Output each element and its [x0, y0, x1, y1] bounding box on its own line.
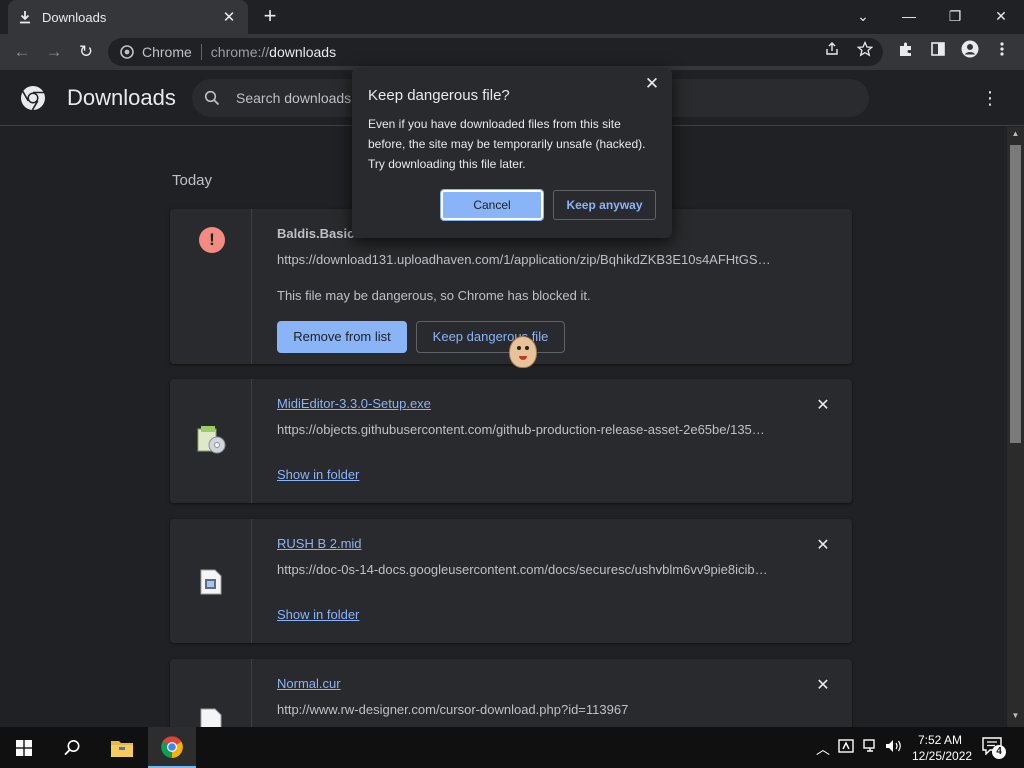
- taskbar-search-button[interactable]: [48, 727, 96, 768]
- bookmark-star-icon[interactable]: [854, 40, 876, 63]
- remove-download-close-icon[interactable]: ✕: [814, 675, 832, 695]
- download-item: MidiEditor-3.3.0-Setup.exe https://objec…: [170, 379, 852, 503]
- reload-button[interactable]: ↻: [74, 40, 98, 64]
- clock-date: 12/25/2022: [912, 749, 973, 763]
- address-bar[interactable]: Chrome chrome://downloads: [108, 38, 883, 66]
- download-icon: [20, 11, 30, 24]
- profile-avatar-icon[interactable]: [958, 40, 982, 64]
- tab-title: Downloads: [42, 9, 107, 25]
- show-in-folder-link[interactable]: Show in folder: [277, 467, 359, 482]
- chrome-taskbar-button[interactable]: [148, 727, 196, 768]
- keep-dangerous-file-dialog: Keep dangerous file? ✕ Even if you have …: [352, 68, 672, 238]
- back-button[interactable]: ←: [10, 40, 34, 64]
- dialog-close-icon[interactable]: ✕: [642, 74, 662, 94]
- download-item: Normal.cur http://www.rw-designer.com/cu…: [170, 659, 852, 727]
- download-icon-column: [170, 519, 252, 643]
- download-file-name-link[interactable]: RUSH B 2.mid: [277, 536, 362, 551]
- scroll-thumb[interactable]: [1010, 145, 1021, 443]
- download-item: RUSH B 2.mid https://doc-0s-14-docs.goog…: [170, 519, 852, 643]
- url-scheme: chrome://: [210, 44, 270, 60]
- face-cursor-icon: [510, 337, 536, 367]
- download-icon-column: [170, 379, 252, 503]
- taskbar-clock[interactable]: 7:52 AM 12/25/2022: [912, 732, 973, 764]
- midi-file-icon: [200, 569, 222, 595]
- forward-button[interactable]: →: [42, 40, 66, 64]
- windows-taskbar: ︿ 7:52 AM 12/25/2022 4: [0, 727, 1024, 768]
- volume-icon[interactable]: [884, 739, 904, 756]
- new-tab-button[interactable]: +: [259, 5, 281, 27]
- omnibox-separator: [200, 44, 202, 60]
- download-icon-column: [170, 659, 252, 727]
- share-icon[interactable]: [821, 41, 843, 63]
- download-url: https://objects.githubusercontent.com/gi…: [277, 422, 765, 437]
- restore-button[interactable]: ❐: [932, 4, 978, 28]
- download-file-name: Baldis.Basics: [277, 226, 362, 241]
- remove-from-list-button[interactable]: Remove from list: [277, 321, 407, 353]
- show-hidden-icons-chevron-icon[interactable]: ︿: [813, 739, 833, 759]
- tab-search-button[interactable]: ⌄: [840, 4, 886, 28]
- show-in-folder-link[interactable]: Show in folder: [277, 607, 359, 622]
- search-icon: [204, 90, 220, 106]
- clock-time: 7:52 AM: [917, 733, 963, 747]
- keep-dangerous-file-button[interactable]: Keep dangerous file: [416, 321, 565, 353]
- download-file-name-link[interactable]: MidiEditor-3.3.0-Setup.exe: [277, 396, 431, 411]
- download-url: http://www.rw-designer.com/cursor-downlo…: [277, 702, 629, 717]
- dialog-body: Even if you have downloaded files from t…: [368, 117, 646, 171]
- download-file-name-link[interactable]: Normal.cur: [277, 676, 341, 691]
- page-scrollbar[interactable]: ▲ ▼: [1007, 127, 1024, 727]
- dialog-keep-anyway-button[interactable]: Keep anyway: [553, 190, 656, 220]
- chrome-logo-icon: [21, 86, 45, 111]
- scroll-down-arrow[interactable]: ▼: [1007, 711, 1024, 725]
- file-explorer-button[interactable]: [98, 727, 146, 768]
- start-button[interactable]: [0, 727, 48, 768]
- dialog-cancel-button[interactable]: Cancel: [440, 189, 544, 221]
- downloads-menu-button[interactable]: ⋮: [978, 88, 1002, 108]
- download-url: https://download131.uploadhaven.com/1/ap…: [277, 252, 771, 267]
- folder-icon: [111, 740, 133, 757]
- minimize-button[interactable]: —: [886, 4, 932, 28]
- windows-logo-icon: [16, 739, 32, 756]
- installer-icon: [197, 426, 226, 454]
- dialog-title: Keep dangerous file?: [368, 87, 510, 104]
- browser-menu-icon[interactable]: [990, 40, 1014, 64]
- remove-download-close-icon[interactable]: ✕: [814, 535, 832, 555]
- tab-downloads[interactable]: Downloads ✕: [8, 0, 248, 34]
- side-panel-icon[interactable]: [926, 40, 950, 64]
- network-icon[interactable]: [861, 739, 881, 756]
- browser-toolbar: ← → ↻ Chrome chrome://downloads: [0, 34, 1024, 70]
- tab-close-icon[interactable]: ✕: [220, 8, 238, 26]
- tab-strip: Downloads ✕ + ⌄ — ❐ ✕: [0, 0, 1024, 34]
- download-warning-text: This file may be dangerous, so Chrome ha…: [277, 288, 591, 303]
- url-host: downloads: [269, 44, 337, 60]
- extensions-puzzle-icon[interactable]: [894, 40, 918, 64]
- notification-count-badge: 4: [992, 745, 1006, 759]
- warning-icon: !: [199, 227, 225, 253]
- section-label-today: Today: [172, 172, 213, 189]
- site-name: Chrome: [142, 44, 192, 60]
- chrome-site-icon: [120, 45, 134, 59]
- download-url: https://doc-0s-14-docs.googleusercontent…: [277, 562, 768, 577]
- download-icon-column: !: [170, 209, 252, 364]
- action-center-button[interactable]: 4: [982, 737, 1006, 759]
- page-title: Downloads: [67, 85, 176, 110]
- close-window-button[interactable]: ✕: [978, 4, 1024, 28]
- scroll-up-arrow[interactable]: ▲: [1007, 129, 1024, 143]
- chrome-logo-icon: [161, 735, 183, 758]
- search-icon: [64, 739, 80, 755]
- remove-download-close-icon[interactable]: ✕: [814, 395, 832, 415]
- tray-app-icon[interactable]: [836, 739, 856, 756]
- blank-file-icon: [200, 708, 222, 727]
